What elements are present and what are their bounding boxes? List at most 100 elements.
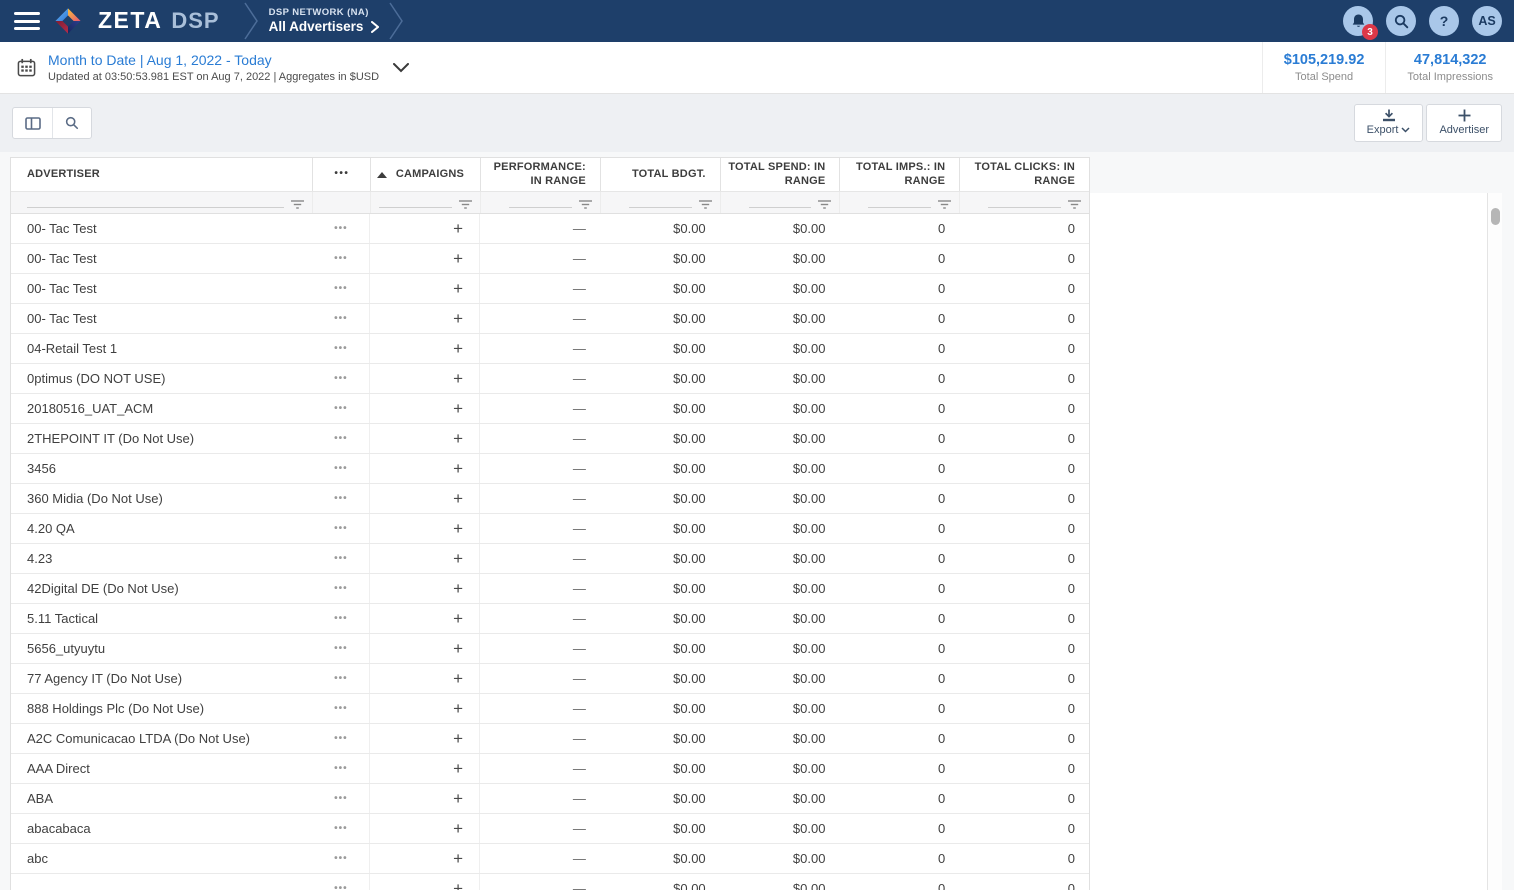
notifications-button[interactable]: 3	[1343, 6, 1373, 36]
filter-icon[interactable]	[291, 200, 304, 210]
advertiser-name-cell[interactable]: abc	[11, 844, 312, 873]
advertiser-name-cell[interactable]: 5.11 Tactical	[11, 604, 312, 633]
filter-icon[interactable]	[818, 200, 831, 210]
expand-campaigns-button[interactable]: +	[370, 874, 480, 890]
export-button[interactable]: Export	[1354, 104, 1424, 142]
filter-total-impressions-input[interactable]	[868, 207, 931, 208]
advertiser-name-cell[interactable]: 20180516_UAT_ACM	[11, 394, 312, 423]
expand-campaigns-button[interactable]: +	[370, 424, 480, 453]
add-advertiser-button[interactable]: Advertiser	[1426, 104, 1502, 142]
expand-campaigns-button[interactable]: +	[370, 364, 480, 393]
date-range-expander[interactable]	[393, 63, 409, 73]
filter-icon[interactable]	[459, 200, 472, 210]
column-settings-button[interactable]	[13, 108, 52, 138]
advertiser-name-cell[interactable]: 00- Tac Test	[11, 214, 312, 243]
filter-total-budget-input[interactable]	[629, 207, 692, 208]
advertiser-name-cell[interactable]: ABA	[11, 784, 312, 813]
header-total-impressions[interactable]: TOTAL IMPS.: IN RANGE	[839, 158, 959, 191]
expand-campaigns-button[interactable]: +	[370, 544, 480, 573]
filter-icon[interactable]	[1068, 200, 1081, 210]
filter-performance-input[interactable]	[509, 207, 572, 208]
advertiser-name-cell[interactable]: 00- Tac Test	[11, 304, 312, 333]
advertiser-name-cell[interactable]: AAA Direct	[11, 754, 312, 783]
row-menu-button[interactable]: •••	[312, 634, 370, 663]
filter-campaigns-input[interactable]	[379, 207, 452, 208]
row-menu-button[interactable]: •••	[312, 394, 370, 423]
grid-search-button[interactable]	[52, 108, 91, 138]
expand-campaigns-button[interactable]: +	[370, 754, 480, 783]
row-menu-button[interactable]: •••	[312, 424, 370, 453]
advertiser-name-cell[interactable]	[11, 874, 312, 890]
header-total-clicks[interactable]: TOTAL CLICKS: IN RANGE	[959, 158, 1089, 191]
row-menu-button[interactable]: •••	[312, 814, 370, 843]
row-menu-button[interactable]: •••	[312, 724, 370, 753]
advertiser-name-cell[interactable]: 3456	[11, 454, 312, 483]
filter-total-clicks-input[interactable]	[988, 207, 1061, 208]
advertiser-name-cell[interactable]: 2THEPOINT IT (Do Not Use)	[11, 424, 312, 453]
expand-campaigns-button[interactable]: +	[370, 484, 480, 513]
header-row-menu[interactable]: •••	[312, 158, 370, 191]
row-menu-button[interactable]: •••	[312, 244, 370, 273]
advertiser-name-cell[interactable]: 4.20 QA	[11, 514, 312, 543]
filter-advertiser-input[interactable]	[27, 207, 284, 208]
expand-campaigns-button[interactable]: +	[370, 574, 480, 603]
advertiser-name-cell[interactable]: 360 Midia (Do Not Use)	[11, 484, 312, 513]
advertiser-name-cell[interactable]: 42Digital DE (Do Not Use)	[11, 574, 312, 603]
row-menu-button[interactable]: •••	[312, 484, 370, 513]
row-menu-button[interactable]: •••	[312, 274, 370, 303]
row-menu-button[interactable]: •••	[312, 874, 370, 890]
expand-campaigns-button[interactable]: +	[370, 214, 480, 243]
help-button[interactable]: ?	[1429, 6, 1459, 36]
row-menu-button[interactable]: •••	[312, 214, 370, 243]
filter-total-spend-input[interactable]	[749, 207, 812, 208]
advertiser-name-cell[interactable]: 4.23	[11, 544, 312, 573]
advertiser-name-cell[interactable]: 0ptimus (DO NOT USE)	[11, 364, 312, 393]
row-menu-button[interactable]: •••	[312, 694, 370, 723]
expand-campaigns-button[interactable]: +	[370, 394, 480, 423]
advertiser-name-cell[interactable]: 888 Holdings Plc (Do Not Use)	[11, 694, 312, 723]
row-menu-button[interactable]: •••	[312, 574, 370, 603]
row-menu-button[interactable]: •••	[312, 754, 370, 783]
header-performance[interactable]: PERFORMANCE: IN RANGE	[480, 158, 600, 191]
header-advertiser[interactable]: ADVERTISER	[11, 158, 312, 191]
row-menu-button[interactable]: •••	[312, 604, 370, 633]
expand-campaigns-button[interactable]: +	[370, 244, 480, 273]
row-menu-button[interactable]: •••	[312, 844, 370, 873]
advertiser-name-cell[interactable]: 5656_utyuytu	[11, 634, 312, 663]
row-menu-button[interactable]: •••	[312, 304, 370, 333]
row-menu-button[interactable]: •••	[312, 514, 370, 543]
expand-campaigns-button[interactable]: +	[370, 724, 480, 753]
expand-campaigns-button[interactable]: +	[370, 634, 480, 663]
header-total-spend[interactable]: TOTAL SPEND: IN RANGE	[720, 158, 840, 191]
search-button[interactable]	[1386, 6, 1416, 36]
expand-campaigns-button[interactable]: +	[370, 304, 480, 333]
row-menu-button[interactable]: •••	[312, 784, 370, 813]
filter-icon[interactable]	[699, 200, 712, 210]
expand-campaigns-button[interactable]: +	[370, 514, 480, 543]
filter-icon[interactable]	[938, 200, 951, 210]
header-campaigns[interactable]: CAMPAIGNS	[370, 158, 480, 191]
row-menu-button[interactable]: •••	[312, 364, 370, 393]
breadcrumb-page[interactable]: All Advertisers	[269, 19, 380, 36]
advertiser-name-cell[interactable]: A2C Comunicacao LTDA (Do Not Use)	[11, 724, 312, 753]
menu-icon[interactable]	[14, 12, 40, 30]
row-menu-button[interactable]: •••	[312, 454, 370, 483]
brand-logo[interactable]: ZETA DSP	[54, 7, 220, 35]
advertiser-name-cell[interactable]: 04-Retail Test 1	[11, 334, 312, 363]
expand-campaigns-button[interactable]: +	[370, 664, 480, 693]
expand-campaigns-button[interactable]: +	[370, 784, 480, 813]
expand-campaigns-button[interactable]: +	[370, 814, 480, 843]
expand-campaigns-button[interactable]: +	[370, 844, 480, 873]
expand-campaigns-button[interactable]: +	[370, 604, 480, 633]
row-menu-button[interactable]: •••	[312, 544, 370, 573]
header-total-budget[interactable]: TOTAL BDGT.	[600, 158, 720, 191]
advertiser-name-cell[interactable]: abacabaca	[11, 814, 312, 843]
filter-icon[interactable]	[579, 200, 592, 210]
row-menu-button[interactable]: •••	[312, 334, 370, 363]
expand-campaigns-button[interactable]: +	[370, 334, 480, 363]
row-menu-button[interactable]: •••	[312, 664, 370, 693]
avatar[interactable]: AS	[1472, 6, 1502, 36]
scrollbar-thumb[interactable]	[1491, 208, 1500, 225]
vertical-scrollbar[interactable]	[1487, 193, 1502, 890]
expand-campaigns-button[interactable]: +	[370, 274, 480, 303]
